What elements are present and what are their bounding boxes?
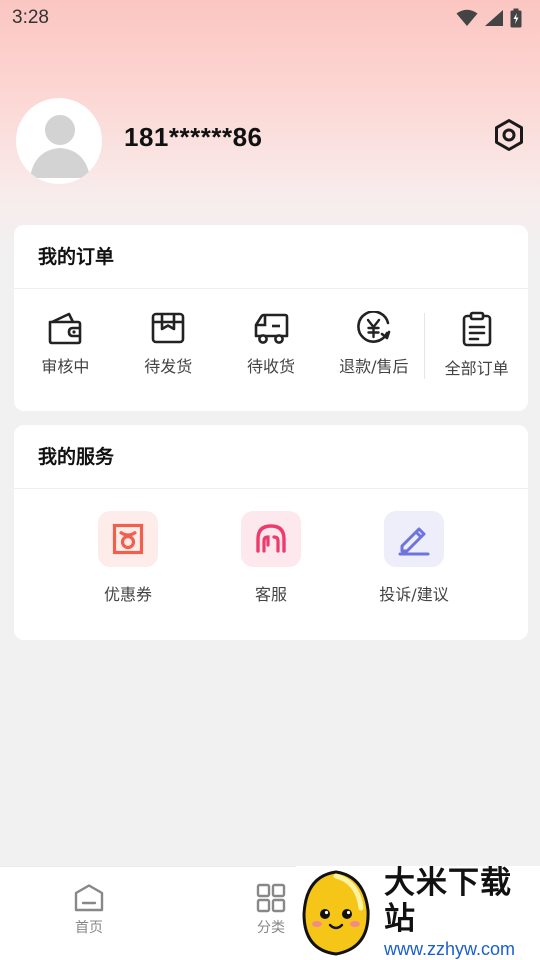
service-feedback[interactable]: 投诉/建议 [354, 511, 474, 605]
tab-label: 首页 [75, 920, 103, 936]
settings-hexagon-icon [495, 119, 523, 151]
service-label: 客服 [254, 585, 287, 604]
service-icon-box [384, 511, 444, 567]
cell-signal-icon [485, 10, 503, 26]
services-card: 我的服务 优惠券 客服 投诉/建议 [14, 425, 528, 640]
order-status-to-receive[interactable]: 待收货 [220, 289, 323, 411]
service-icon-box [98, 511, 158, 567]
order-status-label: 待收货 [246, 357, 295, 376]
order-status-to-ship[interactable]: 待发货 [117, 289, 220, 411]
rice-grain-mascot-icon [302, 870, 370, 956]
avatar[interactable] [16, 98, 102, 184]
grid-icon [256, 883, 286, 913]
service-label: 投诉/建议 [379, 585, 449, 604]
settings-button[interactable] [492, 118, 526, 152]
refund-yen-icon [356, 311, 391, 343]
services-card-title: 我的服务 [14, 425, 528, 489]
wallet-icon [49, 312, 82, 345]
orders-card: 我的订单 审核中 待发货 待收货 退款/售后 全部订单 [14, 225, 528, 411]
service-label: 优惠券 [103, 585, 152, 604]
default-avatar-icon [17, 99, 101, 183]
order-status-label: 审核中 [41, 357, 90, 376]
order-row-divider [424, 313, 425, 379]
clipboard-icon [462, 311, 491, 347]
tab-label: 分类 [257, 920, 285, 936]
truck-icon [254, 313, 289, 344]
watermark-title: 大米下载站 [384, 865, 512, 937]
wifi-icon [456, 9, 478, 26]
status-icons [456, 8, 522, 28]
user-phone-number: 181******86 [124, 122, 263, 152]
status-time: 3:28 [12, 7, 49, 28]
order-status-refund[interactable]: 退款/售后 [322, 289, 425, 411]
box-icon [151, 312, 185, 344]
coupon-icon [112, 523, 144, 555]
order-status-reviewing[interactable]: 审核中 [14, 289, 117, 411]
service-customer-support[interactable]: 客服 [211, 511, 331, 605]
home-icon [74, 884, 104, 912]
orders-card-title: 我的订单 [14, 225, 528, 289]
tab-home[interactable]: 首页 [49, 883, 129, 937]
order-status-row: 审核中 待发货 待收货 退款/售后 全部订单 [14, 289, 528, 411]
service-coupon[interactable]: 优惠券 [68, 511, 188, 605]
site-watermark: 大米下载站 www.zzhyw.com [296, 865, 540, 960]
headset-icon [256, 524, 286, 553]
status-bar: 3:28 [0, 0, 540, 36]
watermark-url: www.zzhyw.com [384, 939, 516, 959]
service-icon-box [241, 511, 301, 567]
order-status-all[interactable]: 全部订单 [425, 289, 528, 411]
order-status-label: 待发货 [144, 357, 193, 376]
order-status-label: 退款/售后 [339, 357, 409, 376]
edit-icon [398, 527, 430, 556]
order-status-label: 全部订单 [444, 359, 509, 378]
battery-icon [510, 8, 522, 28]
watermark-text: 大米下载站 www.zzhyw.com [384, 865, 540, 960]
services-row: 优惠券 客服 投诉/建议 [14, 489, 528, 639]
